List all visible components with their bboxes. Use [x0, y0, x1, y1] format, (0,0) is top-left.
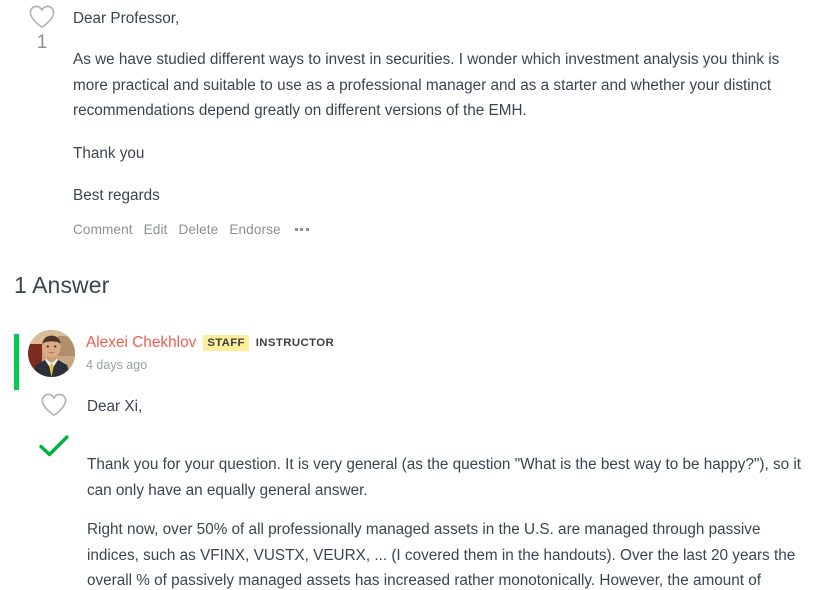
answers-heading: 1 Answer [14, 272, 110, 298]
ellipsis-dot-3 [305, 228, 309, 231]
answer-paragraph-2: Right now, over 50% of all professionall… [87, 521, 796, 589]
answer-paragraphs: Thank you for your question. It is very … [87, 452, 816, 590]
endorsed-accent-bar [14, 334, 19, 390]
author-row: Alexei Chekhlov STAFF INSTRUCTOR [86, 333, 334, 353]
avatar[interactable] [28, 330, 75, 377]
ellipsis-icon[interactable] [294, 226, 310, 233]
delete-link[interactable]: Delete [178, 221, 218, 239]
answer-post: Alexei Chekhlov STAFF INSTRUCTOR 4 days … [0, 330, 816, 590]
answer-greeting: Dear Xi, [87, 398, 143, 415]
question-body: Dear Professor, As we have studied diffe… [73, 0, 816, 208]
edit-link[interactable]: Edit [144, 221, 168, 239]
green-check-icon [39, 435, 69, 457]
user-photo-avatar [28, 330, 75, 377]
question-post: 1 Dear Professor, As we have studied dif… [0, 0, 816, 239]
answer-content: Dear Xi, Thank you for your question. It… [0, 392, 816, 590]
question-greeting: Dear Professor, [73, 10, 180, 27]
author-name[interactable]: Alexei Chekhlov [86, 333, 196, 353]
heart-outline-icon[interactable] [28, 4, 56, 30]
comment-link[interactable]: Comment [73, 221, 133, 239]
question-actions: Comment Edit Delete Endorse [73, 221, 816, 239]
answer-author-header: Alexei Chekhlov STAFF INSTRUCTOR 4 days … [28, 330, 816, 377]
discussion-thread-page: 1 Dear Professor, As we have studied dif… [0, 0, 816, 590]
status-badge-staff: STAFF [203, 335, 249, 351]
answer-vote-column [36, 392, 72, 458]
endorse-link[interactable]: Endorse [229, 221, 280, 239]
question-vote-count: 1 [36, 32, 48, 53]
author-meta: Alexei Chekhlov STAFF INSTRUCTOR 4 days … [86, 330, 334, 373]
question-vote-column: 1 [20, 4, 64, 54]
ellipsis-dot-1 [294, 228, 298, 231]
answer-timestamp: 4 days ago [86, 358, 148, 372]
status-badge-instructor: INSTRUCTOR [255, 336, 335, 349]
question-closing: Best regards [73, 186, 160, 204]
answer-paragraph-1: Thank you for your question. It is very … [87, 456, 802, 499]
question-text: As we have studied different ways to inv… [73, 51, 780, 119]
ellipsis-dot-2 [300, 228, 304, 231]
heart-outline-icon[interactable] [40, 392, 68, 418]
question-thanks: Thank you [73, 144, 145, 162]
